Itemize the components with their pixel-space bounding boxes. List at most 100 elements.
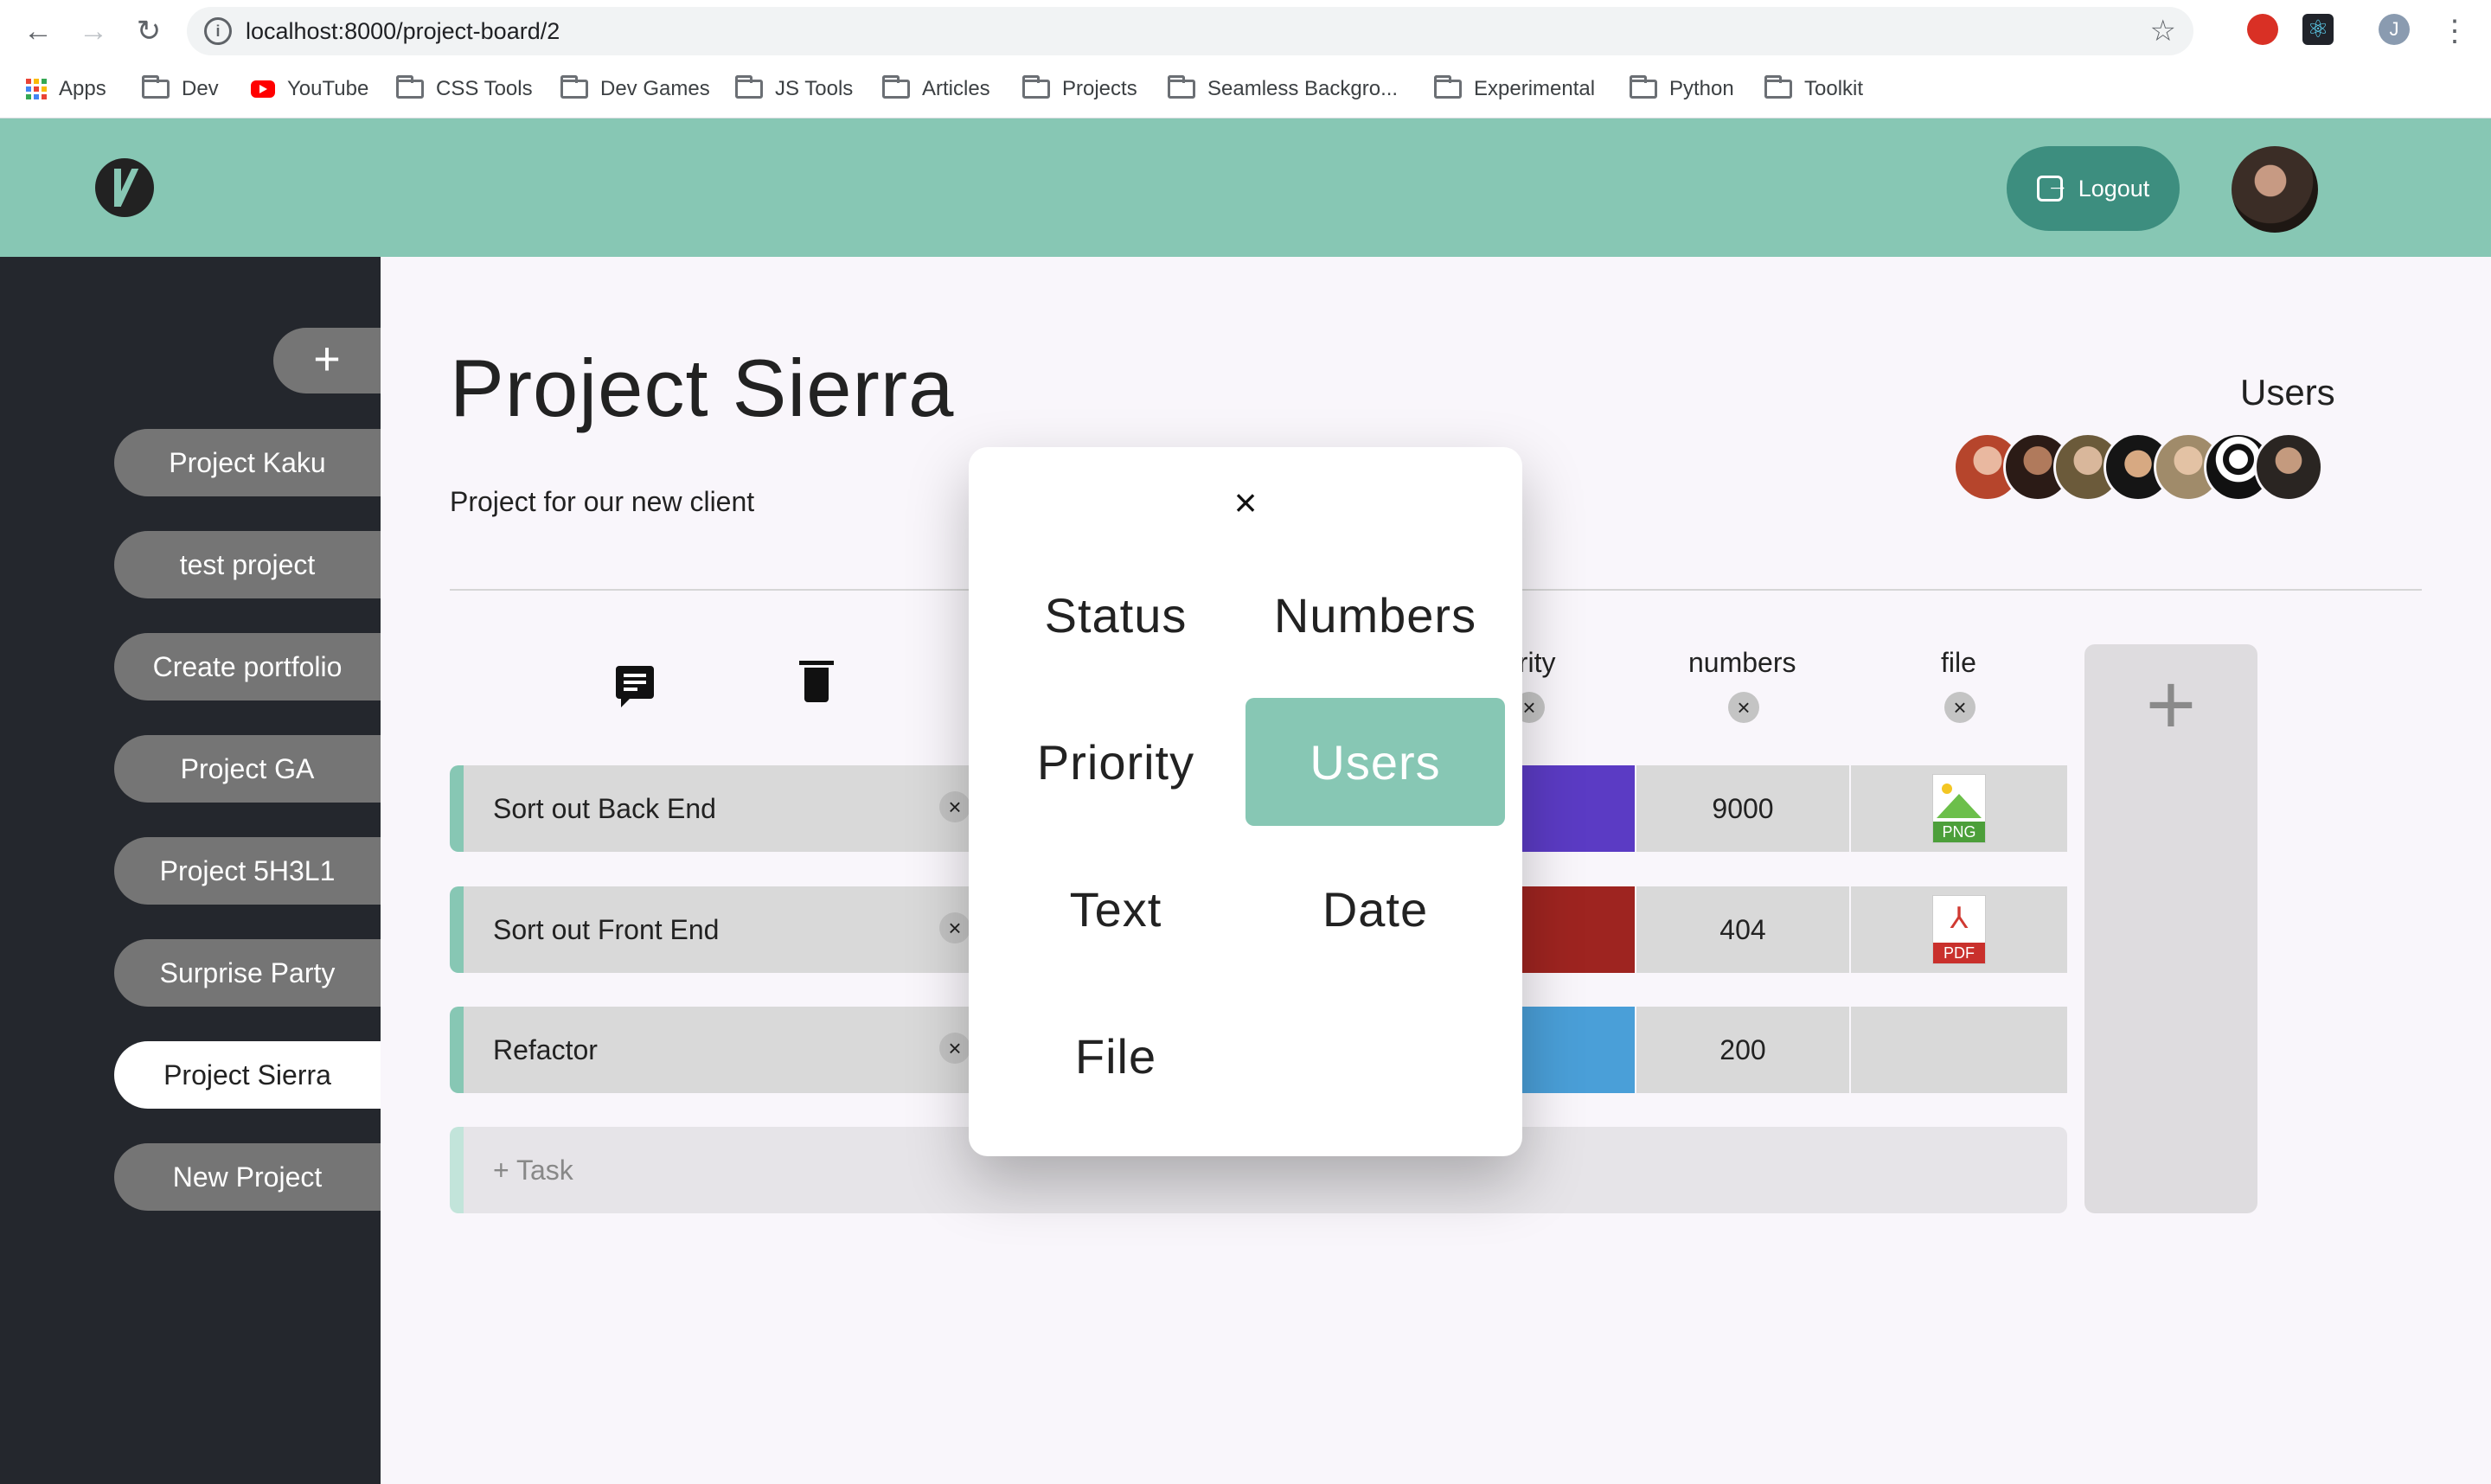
- youtube-icon: [251, 80, 275, 98]
- project-sidebar: + Project Kaku test project Create portf…: [0, 257, 381, 1484]
- app-logo[interactable]: [95, 158, 154, 217]
- folder-icon: [735, 75, 763, 99]
- bookmark-label: Experimental: [1474, 77, 1596, 100]
- bookmark-label: Python: [1669, 77, 1734, 100]
- address-bar[interactable]: i localhost:8000/project-board/2 ☆: [187, 7, 2193, 55]
- bookmark-label: Projects: [1062, 77, 1137, 100]
- bookmark-dev-games[interactable]: Dev Games: [560, 67, 710, 111]
- close-icon[interactable]: ×: [1225, 482, 1266, 523]
- bookmark-label: Dev: [182, 77, 219, 100]
- bookmark-apps[interactable]: Apps: [26, 67, 106, 111]
- file-type-label: PNG: [1933, 822, 1985, 842]
- task-name-cell[interactable]: Sort out Back End ×: [450, 765, 970, 852]
- bookmark-youtube[interactable]: YouTube: [251, 67, 368, 111]
- sidebar-item-project-kaku[interactable]: Project Kaku: [114, 429, 381, 496]
- bookmark-label: Articles: [922, 77, 990, 100]
- file-type-label: PDF: [1933, 943, 1985, 963]
- sidebar-item-new-project[interactable]: New Project: [114, 1143, 381, 1211]
- delete-task-icon[interactable]: ×: [939, 791, 970, 822]
- column-option-users[interactable]: Users: [1246, 698, 1505, 826]
- sidebar-item-project-5h3l1[interactable]: Project 5H3L1: [114, 837, 381, 905]
- sidebar-item-project-ga[interactable]: Project GA: [114, 735, 381, 803]
- pdf-file-icon[interactable]: ⅄ PDF: [1932, 895, 1986, 964]
- bookmark-label: YouTube: [287, 77, 369, 100]
- add-task-label: + Task: [493, 1155, 573, 1186]
- extension-react-icon[interactable]: ⚛: [2302, 14, 2334, 45]
- task-name: Refactor: [493, 1034, 598, 1065]
- trash-icon[interactable]: [799, 661, 834, 702]
- plus-icon: +: [2145, 656, 2197, 753]
- delete-task-icon[interactable]: ×: [939, 1033, 970, 1064]
- sidebar-item-test-project[interactable]: test project: [114, 531, 381, 598]
- file-cell[interactable]: PNG: [1851, 765, 2067, 852]
- site-info-icon[interactable]: i: [204, 17, 232, 45]
- task-name: Sort out Front End: [493, 914, 720, 945]
- sidebar-item-surprise-party[interactable]: Surprise Party: [114, 939, 381, 1007]
- extension-adblock-icon[interactable]: [2247, 14, 2278, 45]
- column-option-date[interactable]: Date: [1246, 845, 1505, 973]
- project-users-avatars[interactable]: [1953, 432, 2323, 502]
- add-project-button[interactable]: +: [273, 328, 381, 393]
- file-cell[interactable]: ⅄ PDF: [1851, 886, 2067, 973]
- folder-icon: [882, 75, 910, 99]
- task-name: Sort out Back End: [493, 793, 716, 824]
- page-title: Project Sierra: [450, 342, 955, 433]
- bookmark-label: Dev Games: [600, 77, 710, 100]
- forward-icon[interactable]: →: [76, 14, 111, 48]
- folder-icon: [1022, 75, 1050, 99]
- browser-chrome: ← → ↻ i localhost:8000/project-board/2 ☆…: [0, 0, 2491, 118]
- logout-label: Logout: [2078, 175, 2150, 201]
- bookmark-label: Toolkit: [1804, 77, 1864, 100]
- bookmark-toolkit[interactable]: Toolkit: [1764, 67, 1863, 111]
- bookmark-label: Apps: [59, 77, 106, 100]
- add-column-button[interactable]: +: [2084, 644, 2257, 1213]
- png-file-icon[interactable]: PNG: [1932, 774, 1986, 843]
- folder-icon: [560, 75, 588, 99]
- remove-column-file-icon[interactable]: ×: [1944, 692, 1976, 723]
- profile-avatar[interactable]: J: [2379, 14, 2410, 45]
- reload-icon[interactable]: ↻: [131, 14, 166, 48]
- delete-task-icon[interactable]: ×: [939, 912, 970, 943]
- sidebar-item-create-portfolio[interactable]: Create portfolio: [114, 633, 381, 700]
- column-option-file[interactable]: File: [986, 992, 1246, 1120]
- user-avatar[interactable]: [2232, 146, 2318, 233]
- folder-icon: [396, 75, 424, 99]
- column-option-priority[interactable]: Priority: [986, 698, 1246, 826]
- task-name-cell[interactable]: Refactor ×: [450, 1007, 970, 1093]
- bookmark-dev[interactable]: Dev: [142, 67, 219, 111]
- bookmark-articles[interactable]: Articles: [882, 67, 990, 111]
- column-option-text[interactable]: Text: [986, 845, 1246, 973]
- folder-icon: [1630, 75, 1657, 99]
- column-header-file: file: [1941, 647, 1976, 678]
- comment-icon[interactable]: [616, 666, 654, 707]
- file-cell[interactable]: [1851, 1007, 2067, 1093]
- bookmark-css-tools[interactable]: CSS Tools: [396, 67, 533, 111]
- browser-menu-icon[interactable]: ⋮: [2437, 14, 2472, 48]
- back-icon[interactable]: ←: [21, 14, 55, 48]
- folder-icon: [1764, 75, 1792, 99]
- apps-icon: [26, 79, 47, 99]
- task-name-cell[interactable]: Sort out Front End ×: [450, 886, 970, 973]
- bookmark-experimental[interactable]: Experimental: [1434, 67, 1595, 111]
- logout-button[interactable]: Logout: [2007, 146, 2180, 231]
- logout-icon: [2036, 171, 2069, 201]
- bookmark-seamless-backgrounds[interactable]: Seamless Backgro...: [1168, 67, 1398, 111]
- sidebar-item-project-sierra[interactable]: Project Sierra: [114, 1041, 381, 1109]
- folder-icon: [1168, 75, 1195, 99]
- bookmarks-bar: Apps Dev YouTube CSS Tools Dev Games JS …: [0, 67, 2491, 111]
- numbers-cell[interactable]: 200: [1636, 1007, 1849, 1093]
- app-header: Logout: [0, 118, 2491, 257]
- column-type-modal: × Status Numbers Priority Users Text Dat…: [969, 447, 1522, 1156]
- bookmark-star-icon[interactable]: ☆: [2150, 14, 2176, 48]
- avatar[interactable]: [2254, 432, 2323, 502]
- column-header-numbers: numbers: [1688, 647, 1796, 678]
- column-option-numbers[interactable]: Numbers: [1246, 551, 1505, 679]
- remove-column-numbers-icon[interactable]: ×: [1728, 692, 1759, 723]
- numbers-cell[interactable]: 404: [1636, 886, 1849, 973]
- column-option-status[interactable]: Status: [986, 551, 1246, 679]
- bookmark-projects[interactable]: Projects: [1022, 67, 1137, 111]
- numbers-cell[interactable]: 9000: [1636, 765, 1849, 852]
- bookmark-js-tools[interactable]: JS Tools: [735, 67, 853, 111]
- bookmark-python[interactable]: Python: [1630, 67, 1734, 111]
- project-description: Project for our new client: [450, 486, 755, 517]
